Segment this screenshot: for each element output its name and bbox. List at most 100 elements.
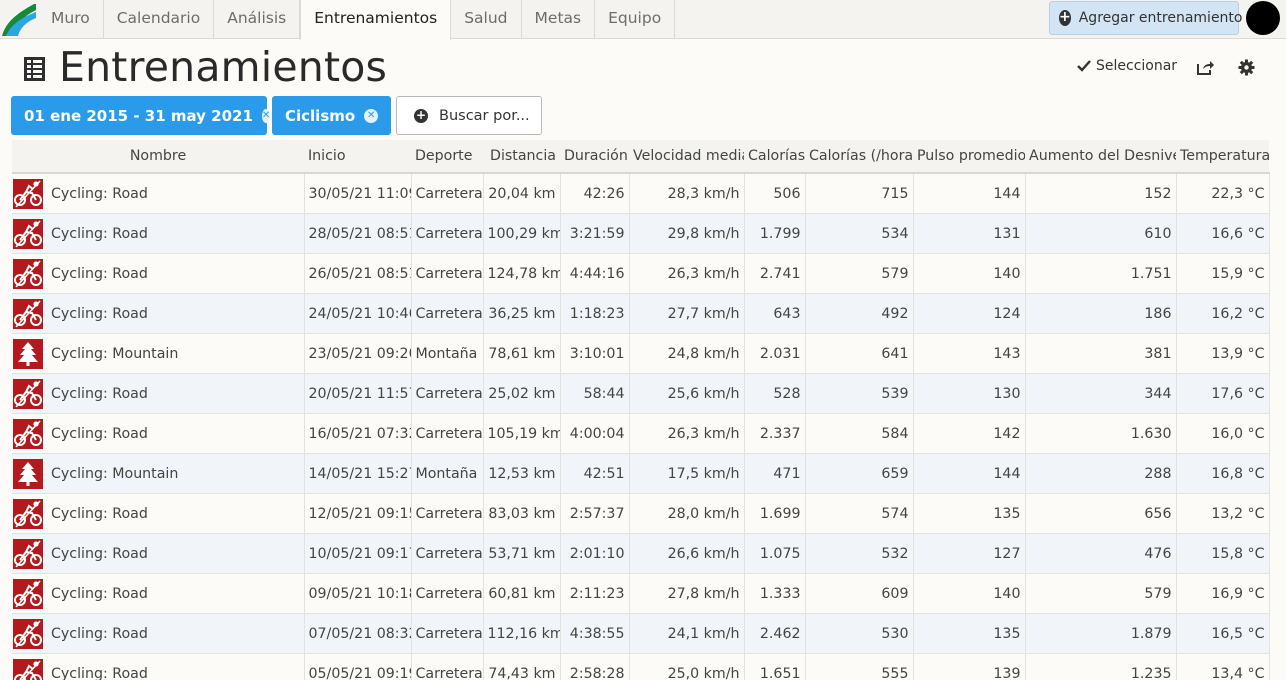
workout-name[interactable]: Cycling: Road: [51, 626, 148, 642]
name-cell[interactable]: Cycling: Mountain: [12, 453, 305, 494]
column-header-avg-hr[interactable]: Pulso promedio: [913, 140, 1025, 174]
tab-muro[interactable]: Muro: [38, 0, 104, 39]
tab-entrenamientos[interactable]: Entrenamientos: [300, 0, 452, 40]
ascent-cell: 288: [1025, 453, 1177, 494]
workout-name[interactable]: Cycling: Road: [51, 546, 148, 562]
name-cell[interactable]: Cycling: Road: [12, 253, 305, 294]
tab-salud[interactable]: Salud: [451, 0, 522, 39]
temperature-cell: 16,0 °C: [1176, 413, 1270, 454]
column-header-temperature[interactable]: Temperatura: [1176, 140, 1269, 174]
name-cell[interactable]: Cycling: Road: [12, 653, 305, 680]
table-row[interactable]: Cycling: Road 30/05/21 11:09 Carretera 20,0…: [12, 173, 1270, 214]
workout-name[interactable]: Cycling: Road: [51, 186, 148, 202]
heart-rate-cell: 140: [913, 253, 1026, 294]
column-header-calories[interactable]: Calorías: [744, 140, 805, 174]
table-row[interactable]: Cycling: Road 28/05/21 08:51 Carretera 100,…: [12, 213, 1270, 254]
road-cycling-icon: [13, 418, 43, 449]
workout-name[interactable]: Cycling: Mountain: [51, 466, 178, 482]
name-cell[interactable]: Cycling: Road: [12, 293, 305, 334]
ascent-cell: 1.630: [1025, 413, 1177, 454]
start-cell: 20/05/21 11:57: [304, 373, 412, 414]
column-header-ascent[interactable]: Aumento del Desnivel: [1025, 140, 1176, 174]
workout-name[interactable]: Cycling: Road: [51, 506, 148, 522]
calories-cell: 528: [744, 373, 806, 414]
distance-cell: 36,25 km: [483, 293, 561, 334]
name-cell[interactable]: Cycling: Road: [12, 533, 305, 574]
sport-cell: Carretera: [411, 173, 484, 214]
column-header-calories-hour[interactable]: Calorías (/hora): [805, 140, 913, 174]
column-header-duration[interactable]: Duración: [560, 140, 629, 174]
table-row[interactable]: Cycling: Road 20/05/21 11:57 Carretera 25,0…: [12, 373, 1270, 414]
export-button[interactable]: [1196, 59, 1214, 76]
add-workout-label: Agregar entrenamiento: [1078, 10, 1243, 26]
column-header-avg-speed[interactable]: Velocidad media: [629, 140, 744, 174]
remove-filter-icon[interactable]: ✕: [261, 108, 271, 123]
column-header-sport[interactable]: Deporte: [411, 140, 483, 174]
table-row[interactable]: Cycling: Mountain 23/05/21 09:20 Montaña 78…: [12, 333, 1270, 374]
tab-calendario[interactable]: Calendario: [104, 0, 215, 39]
start-cell: 28/05/21 08:51: [304, 213, 412, 254]
search-by-button[interactable]: + Buscar por...: [396, 96, 542, 135]
date-range-filter[interactable]: 01 ene 2015 - 31 may 2021 ✕: [11, 96, 271, 135]
workout-name[interactable]: Cycling: Road: [51, 306, 148, 322]
name-cell[interactable]: Cycling: Road: [12, 573, 305, 614]
name-cell[interactable]: Cycling: Road: [12, 213, 305, 254]
ascent-cell: 381: [1025, 333, 1177, 374]
table-row[interactable]: Cycling: Road 09/05/21 10:18 Carretera 60,8…: [12, 573, 1270, 614]
table-row[interactable]: Cycling: Road 05/05/21 09:19 Carretera 74,4…: [12, 653, 1270, 680]
settings-button[interactable]: [1238, 59, 1255, 76]
temperature-cell: 16,5 °C: [1176, 613, 1270, 654]
workout-name[interactable]: Cycling: Road: [51, 266, 148, 282]
heart-rate-cell: 142: [913, 413, 1026, 454]
sport-filter[interactable]: Ciclismo ✕: [272, 96, 391, 135]
road-cycling-icon: [13, 298, 43, 329]
name-cell[interactable]: Cycling: Road: [12, 613, 305, 654]
table-row[interactable]: Cycling: Mountain 14/05/21 15:27 Montaña 12…: [12, 453, 1270, 494]
mountain-tree-icon: [13, 458, 43, 489]
temperature-cell: 22,3 °C: [1176, 173, 1270, 214]
workout-name[interactable]: Cycling: Mountain: [51, 346, 178, 362]
workout-name[interactable]: Cycling: Road: [51, 586, 148, 602]
logo-icon[interactable]: [0, 0, 38, 38]
distance-cell: 78,61 km: [483, 333, 561, 374]
workout-name[interactable]: Cycling: Road: [51, 226, 148, 242]
table-row[interactable]: Cycling: Road 12/05/21 09:15 Carretera 83,0…: [12, 493, 1270, 534]
speed-cell: 27,7 km/h: [629, 293, 745, 334]
select-button[interactable]: Seleccionar: [1077, 58, 1177, 74]
workout-name[interactable]: Cycling: Road: [51, 666, 148, 680]
add-workout-button[interactable]: + Agregar entrenamiento: [1049, 1, 1243, 35]
workout-name[interactable]: Cycling: Road: [51, 426, 148, 442]
avatar[interactable]: [1246, 1, 1280, 35]
calories-cell: 1.799: [744, 213, 806, 254]
heart-rate-cell: 130: [913, 373, 1026, 414]
start-cell: 07/05/21 08:32: [304, 613, 412, 654]
duration-cell: 4:38:55: [560, 613, 630, 654]
temperature-cell: 16,9 °C: [1176, 573, 1270, 614]
table-row[interactable]: Cycling: Road 24/05/21 10:46 Carretera 36,2…: [12, 293, 1270, 334]
tab-equipo[interactable]: Equipo: [595, 0, 676, 39]
column-header-name[interactable]: Nombre: [12, 140, 304, 174]
ascent-cell: 579: [1025, 573, 1177, 614]
start-cell: 12/05/21 09:15: [304, 493, 412, 534]
table-row[interactable]: Cycling: Road 10/05/21 09:17 Carretera 53,7…: [12, 533, 1270, 574]
column-header-distance[interactable]: Distancia: [483, 140, 560, 174]
ascent-cell: 610: [1025, 213, 1177, 254]
name-cell[interactable]: Cycling: Road: [12, 493, 305, 534]
column-header-start[interactable]: Inicio: [304, 140, 411, 174]
table-row[interactable]: Cycling: Road 26/05/21 08:51 Carretera 124,…: [12, 253, 1270, 294]
name-cell[interactable]: Cycling: Road: [12, 173, 305, 214]
table-row[interactable]: Cycling: Road 07/05/21 08:32 Carretera 112,…: [12, 613, 1270, 654]
workout-name[interactable]: Cycling: Road: [51, 386, 148, 402]
tab-analisis[interactable]: Análisis: [214, 0, 301, 39]
table-row[interactable]: Cycling: Road 16/05/21 07:32 Carretera 105,…: [12, 413, 1270, 454]
calories-cell: 643: [744, 293, 806, 334]
speed-cell: 28,0 km/h: [629, 493, 745, 534]
tab-metas[interactable]: Metas: [522, 0, 596, 39]
remove-filter-icon[interactable]: ✕: [364, 108, 379, 123]
road-cycling-icon: [13, 658, 43, 680]
name-cell[interactable]: Cycling: Mountain: [12, 333, 305, 374]
road-cycling-icon: [13, 378, 43, 409]
name-cell[interactable]: Cycling: Road: [12, 413, 305, 454]
road-cycling-icon: [13, 498, 43, 529]
name-cell[interactable]: Cycling: Road: [12, 373, 305, 414]
